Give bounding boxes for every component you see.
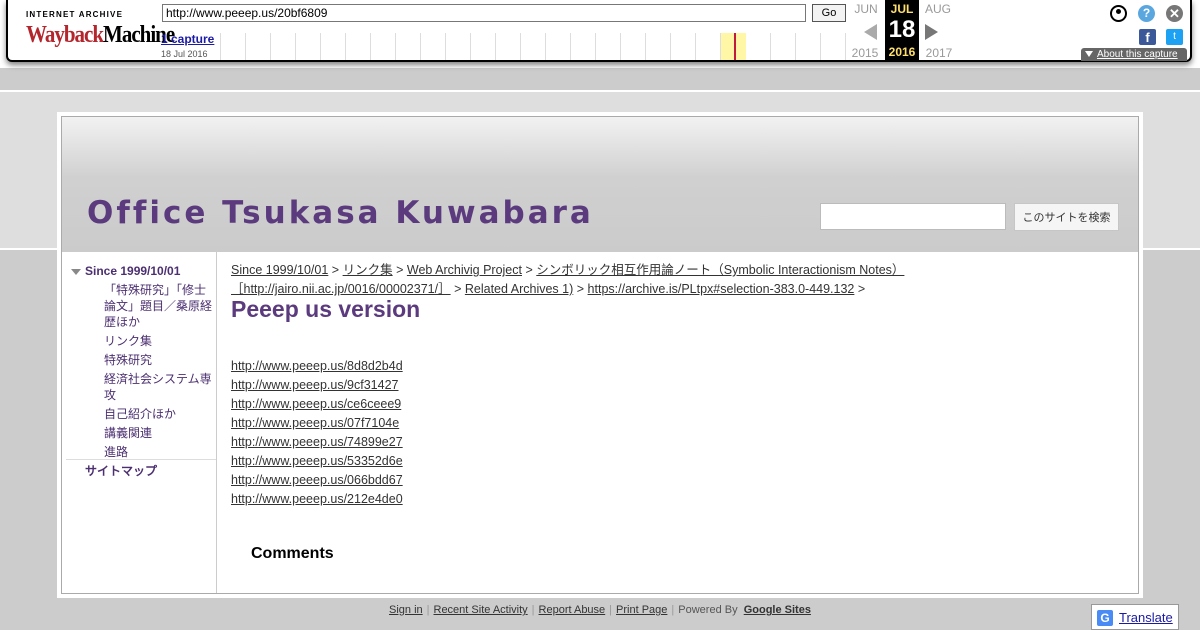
footer-separator: |	[609, 604, 613, 616]
peeep-link[interactable]: http://www.peeep.us/212e4de0	[231, 492, 403, 506]
wayback-logo-wayback: Wayback	[26, 20, 104, 48]
help-icon[interactable]: ?	[1138, 5, 1155, 22]
sidebar-divider	[66, 459, 216, 460]
breadcrumb-separator: >	[857, 282, 866, 296]
wayback-logo-text: WaybackMachine	[26, 20, 175, 49]
peeep-link[interactable]: http://www.peeep.us/74899e27	[231, 435, 403, 449]
translate-widget[interactable]: G Translate	[1091, 604, 1179, 630]
wayback-next-year[interactable]: 2017	[922, 46, 956, 60]
wayback-logo[interactable]: INTERNET ARCHIVE WaybackMachine	[26, 10, 175, 50]
about-capture-button[interactable]: About this capture	[1081, 48, 1187, 61]
page-title: Peeep us version	[231, 296, 421, 322]
twitter-icon[interactable]: t	[1166, 29, 1183, 45]
about-capture-label: About this capture	[1097, 49, 1178, 60]
peeep-link[interactable]: http://www.peeep.us/8d8d2b4d	[231, 359, 403, 373]
list-item: http://www.peeep.us/212e4de0	[231, 490, 403, 509]
wayback-sparkline[interactable]	[220, 33, 847, 60]
translate-link[interactable]: Translate	[1119, 610, 1173, 625]
breadcrumb-separator: >	[331, 263, 340, 277]
list-item: http://www.peeep.us/07f7104e	[231, 414, 403, 433]
list-item: http://www.peeep.us/8d8d2b4d	[231, 357, 403, 376]
breadcrumb: Since 1999/10/01 > リンク集 > Web Archivig P…	[231, 261, 951, 299]
site-title[interactable]: Office Tsukasa Kuwabara	[87, 195, 594, 231]
prev-capture-arrow-icon[interactable]	[864, 24, 877, 40]
caret-down-icon	[1085, 51, 1093, 57]
sidebar: Since 1999/10/01 「特殊研究」「修士論文」題目／桑原経歴ほか リ…	[62, 252, 217, 593]
peeep-link[interactable]: http://www.peeep.us/07f7104e	[231, 416, 399, 430]
wayback-cur-month: JUL	[890, 2, 914, 16]
sidebar-item-career[interactable]: 進路	[104, 444, 214, 460]
sidebar-item-theses[interactable]: 「特殊研究」「修士論文」題目／桑原経歴ほか	[104, 282, 214, 330]
wayback-current-date: JUL 18 2016	[885, 0, 919, 62]
wayback-cur-year: 2016	[888, 45, 916, 59]
close-icon[interactable]: ✕	[1166, 5, 1183, 22]
breadcrumb-link[interactable]: リンク集	[343, 263, 393, 277]
wayback-toolbar: INTERNET ARCHIVE WaybackMachine Go 1 cap…	[0, 0, 1200, 68]
sidebar-nav-list: 「特殊研究」「修士論文」題目／桑原経歴ほか リンク集 特殊研究 経済社会システム…	[104, 282, 214, 463]
sidebar-item-lectures[interactable]: 講義関連	[104, 425, 214, 441]
collapse-triangle-icon[interactable]	[71, 269, 81, 275]
site-search-button[interactable]: このサイトを検索	[1014, 203, 1119, 231]
powered-by-label: Powered By	[678, 604, 738, 616]
sidebar-item-special-research[interactable]: 特殊研究	[104, 352, 214, 368]
breadcrumb-link[interactable]: Related Archives 1)	[465, 282, 573, 296]
next-capture-arrow-icon[interactable]	[925, 24, 938, 40]
peeep-link[interactable]: http://www.peeep.us/ce6ceee9	[231, 397, 401, 411]
list-item: http://www.peeep.us/9cf31427	[231, 376, 403, 395]
site-search-input[interactable]	[820, 203, 1006, 230]
footer-links: Sign in | Recent Site Activity | Report Abus…	[389, 604, 811, 616]
wayback-next-month[interactable]: AUG	[921, 2, 955, 16]
list-item: http://www.peeep.us/74899e27	[231, 433, 403, 452]
list-item: http://www.peeep.us/ce6ceee9	[231, 395, 403, 414]
sparkline-capture-mark[interactable]	[734, 33, 736, 60]
comments-heading: Comments	[251, 545, 334, 562]
link-list: http://www.peeep.us/8d8d2b4d http://www.…	[231, 357, 403, 509]
breadcrumb-link[interactable]: Web Archivig Project	[407, 263, 522, 277]
site-header: Office Tsukasa Kuwabara このサイトを検索	[62, 117, 1138, 252]
peeep-link[interactable]: http://www.peeep.us/53352d6e	[231, 454, 403, 468]
google-translate-icon: G	[1097, 610, 1113, 626]
sidebar-item-since[interactable]: Since 1999/10/01	[85, 264, 180, 278]
footer-separator: |	[426, 604, 430, 616]
sidebar-item-sitemap[interactable]: サイトマップ	[85, 462, 157, 479]
google-sites-link[interactable]: Google Sites	[744, 604, 811, 616]
wayback-captures-link[interactable]: 1 capture	[161, 32, 214, 46]
breadcrumb-separator: >	[396, 263, 404, 277]
footer-separator: |	[531, 604, 535, 616]
sign-in-link[interactable]: Sign in	[389, 604, 423, 616]
report-abuse-link[interactable]: Report Abuse	[539, 604, 606, 616]
wayback-go-button[interactable]: Go	[812, 4, 846, 22]
peeep-link[interactable]: http://www.peeep.us/9cf31427	[231, 378, 398, 392]
wayback-prev-month[interactable]: JUN	[849, 2, 883, 16]
wayback-url-input[interactable]	[162, 4, 806, 22]
site-inner: Office Tsukasa Kuwabara このサイトを検索 Since 1…	[61, 116, 1139, 594]
breadcrumb-link[interactable]: https://archive.is/PLtpx#selection-383.0…	[588, 282, 855, 296]
wayback-prev-year[interactable]: 2015	[848, 46, 882, 60]
footer-separator: |	[671, 604, 675, 616]
print-page-link[interactable]: Print Page	[616, 604, 667, 616]
breadcrumb-separator: >	[454, 282, 462, 296]
breadcrumb-link[interactable]: Since 1999/10/01	[231, 263, 328, 277]
site-container: Office Tsukasa Kuwabara このサイトを検索 Since 1…	[57, 112, 1143, 598]
breadcrumb-separator: >	[576, 282, 585, 296]
facebook-icon[interactable]: f	[1139, 29, 1156, 45]
list-item: http://www.peeep.us/066bdd67	[231, 471, 403, 490]
user-icon[interactable]	[1110, 5, 1127, 22]
peeep-link[interactable]: http://www.peeep.us/066bdd67	[231, 473, 403, 487]
sidebar-item-profile[interactable]: 自己紹介ほか	[104, 406, 214, 422]
list-item: http://www.peeep.us/53352d6e	[231, 452, 403, 471]
sidebar-item-economic-systems[interactable]: 経済社会システム専攻	[104, 371, 214, 403]
wayback-logo-top: INTERNET ARCHIVE	[26, 10, 124, 19]
sidebar-item-links[interactable]: リンク集	[104, 333, 214, 349]
recent-activity-link[interactable]: Recent Site Activity	[434, 604, 528, 616]
breadcrumb-separator: >	[525, 263, 533, 277]
wayback-capture-date: 18 Jul 2016	[161, 49, 208, 59]
wayback-cur-day: 18	[888, 16, 916, 43]
